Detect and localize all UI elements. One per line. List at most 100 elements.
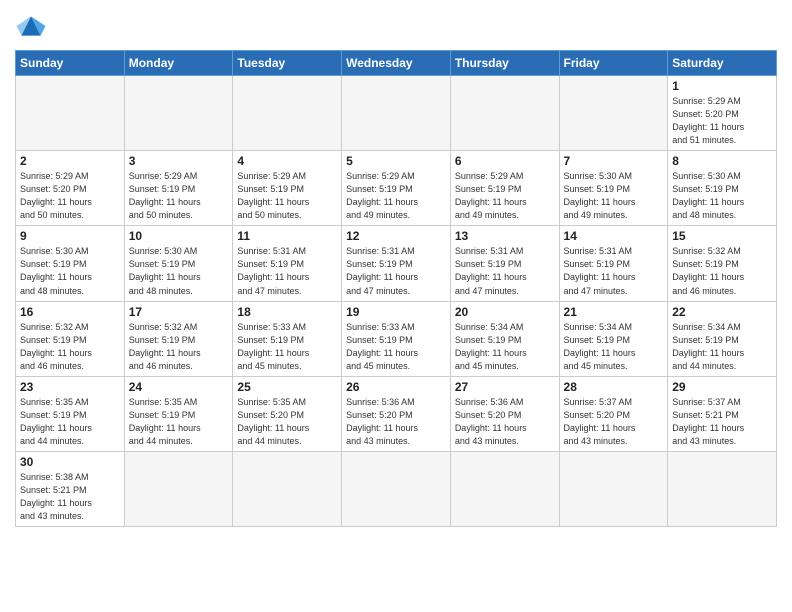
day-info: Sunrise: 5:30 AM Sunset: 5:19 PM Dayligh…	[20, 245, 120, 297]
calendar-cell	[124, 76, 233, 151]
calendar-cell: 16 Sunrise: 5:32 AM Sunset: 5:19 PM Dayli…	[16, 301, 125, 376]
day-info: Sunrise: 5:30 AM Sunset: 5:19 PM Dayligh…	[672, 170, 772, 222]
day-number: 22	[672, 305, 772, 319]
day-number: 9	[20, 229, 120, 243]
calendar-cell: 19Sunrise: 5:33 AM Sunset: 5:19 PM Dayli…	[342, 301, 451, 376]
day-info: Sunrise: 5:29 AM Sunset: 5:20 PM Dayligh…	[672, 95, 772, 147]
day-info: Sunrise: 5:33 AM Sunset: 5:19 PM Dayligh…	[346, 321, 446, 373]
calendar-cell: 20Sunrise: 5:34 AM Sunset: 5:19 PM Dayli…	[450, 301, 559, 376]
calendar-cell: 11Sunrise: 5:31 AM Sunset: 5:19 PM Dayli…	[233, 226, 342, 301]
calendar-cell: 5 Sunrise: 5:29 AM Sunset: 5:19 PM Daylig…	[342, 151, 451, 226]
calendar-cell: 27Sunrise: 5:36 AM Sunset: 5:20 PM Dayli…	[450, 376, 559, 451]
page: SundayMondayTuesdayWednesdayThursdayFrid…	[0, 0, 792, 612]
calendar-cell	[559, 76, 668, 151]
calendar-cell: 12 Sunrise: 5:31 AM Sunset: 5:19 PM Dayli…	[342, 226, 451, 301]
day-info: Sunrise: 5:29 AM Sunset: 5:20 PM Dayligh…	[20, 170, 120, 222]
day-info: Sunrise: 5:35 AM Sunset: 5:19 PM Dayligh…	[129, 396, 229, 448]
weekday-header-sunday: Sunday	[16, 51, 125, 76]
day-number: 30	[20, 455, 120, 469]
day-number: 21	[564, 305, 664, 319]
calendar-cell	[233, 76, 342, 151]
day-number: 26	[346, 380, 446, 394]
day-info: Sunrise: 5:32 AM Sunset: 5:19 PM Dayligh…	[20, 321, 120, 373]
calendar-cell	[450, 451, 559, 526]
day-number: 15	[672, 229, 772, 243]
header	[15, 10, 777, 42]
day-number: 4	[237, 154, 337, 168]
day-info: Sunrise: 5:31 AM Sunset: 5:19 PM Dayligh…	[455, 245, 555, 297]
calendar-cell: 3 Sunrise: 5:29 AM Sunset: 5:19 PM Daylig…	[124, 151, 233, 226]
day-info: Sunrise: 5:31 AM Sunset: 5:19 PM Dayligh…	[237, 245, 337, 297]
calendar-cell: 4 Sunrise: 5:29 AM Sunset: 5:19 PM Daylig…	[233, 151, 342, 226]
calendar-cell: 24 Sunrise: 5:35 AM Sunset: 5:19 PM Dayli…	[124, 376, 233, 451]
day-number: 25	[237, 380, 337, 394]
calendar: SundayMondayTuesdayWednesdayThursdayFrid…	[15, 50, 777, 527]
calendar-cell: 7Sunrise: 5:30 AM Sunset: 5:19 PM Daylig…	[559, 151, 668, 226]
day-info: Sunrise: 5:29 AM Sunset: 5:19 PM Dayligh…	[346, 170, 446, 222]
calendar-cell	[124, 451, 233, 526]
calendar-cell: 17Sunrise: 5:32 AM Sunset: 5:19 PM Dayli…	[124, 301, 233, 376]
day-number: 29	[672, 380, 772, 394]
generalblue-logo-icon	[15, 10, 47, 42]
week-row-5: 30 Sunrise: 5:38 AM Sunset: 5:21 PM Dayli…	[16, 451, 777, 526]
calendar-cell	[342, 451, 451, 526]
calendar-cell: 2 Sunrise: 5:29 AM Sunset: 5:20 PM Daylig…	[16, 151, 125, 226]
calendar-cell: 18Sunrise: 5:33 AM Sunset: 5:19 PM Dayli…	[233, 301, 342, 376]
day-number: 3	[129, 154, 229, 168]
day-info: Sunrise: 5:34 AM Sunset: 5:19 PM Dayligh…	[455, 321, 555, 373]
weekday-header-friday: Friday	[559, 51, 668, 76]
calendar-cell	[450, 76, 559, 151]
day-info: Sunrise: 5:37 AM Sunset: 5:21 PM Dayligh…	[672, 396, 772, 448]
day-number: 23	[20, 380, 120, 394]
week-row-0: 1Sunrise: 5:29 AM Sunset: 5:20 PM Daylig…	[16, 76, 777, 151]
calendar-cell: 29 Sunrise: 5:37 AM Sunset: 5:21 PM Dayli…	[668, 376, 777, 451]
week-row-2: 9 Sunrise: 5:30 AM Sunset: 5:19 PM Daylig…	[16, 226, 777, 301]
day-info: Sunrise: 5:29 AM Sunset: 5:19 PM Dayligh…	[455, 170, 555, 222]
day-info: Sunrise: 5:34 AM Sunset: 5:19 PM Dayligh…	[564, 321, 664, 373]
day-number: 28	[564, 380, 664, 394]
day-info: Sunrise: 5:36 AM Sunset: 5:20 PM Dayligh…	[346, 396, 446, 448]
calendar-cell	[559, 451, 668, 526]
logo	[15, 10, 51, 42]
weekday-header-tuesday: Tuesday	[233, 51, 342, 76]
calendar-cell: 9 Sunrise: 5:30 AM Sunset: 5:19 PM Daylig…	[16, 226, 125, 301]
weekday-header-saturday: Saturday	[668, 51, 777, 76]
day-info: Sunrise: 5:32 AM Sunset: 5:19 PM Dayligh…	[672, 245, 772, 297]
weekday-header-monday: Monday	[124, 51, 233, 76]
calendar-cell: 6Sunrise: 5:29 AM Sunset: 5:19 PM Daylig…	[450, 151, 559, 226]
day-number: 24	[129, 380, 229, 394]
day-number: 17	[129, 305, 229, 319]
calendar-cell: 13 Sunrise: 5:31 AM Sunset: 5:19 PM Dayli…	[450, 226, 559, 301]
calendar-cell: 28 Sunrise: 5:37 AM Sunset: 5:20 PM Dayli…	[559, 376, 668, 451]
weekday-header-wednesday: Wednesday	[342, 51, 451, 76]
weekday-header-thursday: Thursday	[450, 51, 559, 76]
calendar-cell: 10Sunrise: 5:30 AM Sunset: 5:19 PM Dayli…	[124, 226, 233, 301]
calendar-cell	[668, 451, 777, 526]
day-number: 13	[455, 229, 555, 243]
day-info: Sunrise: 5:35 AM Sunset: 5:20 PM Dayligh…	[237, 396, 337, 448]
calendar-cell: 21 Sunrise: 5:34 AM Sunset: 5:19 PM Dayli…	[559, 301, 668, 376]
day-number: 2	[20, 154, 120, 168]
calendar-cell: 14Sunrise: 5:31 AM Sunset: 5:19 PM Dayli…	[559, 226, 668, 301]
calendar-cell: 30 Sunrise: 5:38 AM Sunset: 5:21 PM Dayli…	[16, 451, 125, 526]
day-number: 16	[20, 305, 120, 319]
calendar-cell: 22 Sunrise: 5:34 AM Sunset: 5:19 PM Dayli…	[668, 301, 777, 376]
day-info: Sunrise: 5:29 AM Sunset: 5:19 PM Dayligh…	[129, 170, 229, 222]
day-info: Sunrise: 5:30 AM Sunset: 5:19 PM Dayligh…	[564, 170, 664, 222]
calendar-cell: 1Sunrise: 5:29 AM Sunset: 5:20 PM Daylig…	[668, 76, 777, 151]
day-number: 27	[455, 380, 555, 394]
day-info: Sunrise: 5:34 AM Sunset: 5:19 PM Dayligh…	[672, 321, 772, 373]
calendar-cell: 15 Sunrise: 5:32 AM Sunset: 5:19 PM Dayli…	[668, 226, 777, 301]
day-number: 14	[564, 229, 664, 243]
day-number: 5	[346, 154, 446, 168]
day-info: Sunrise: 5:37 AM Sunset: 5:20 PM Dayligh…	[564, 396, 664, 448]
day-number: 12	[346, 229, 446, 243]
calendar-cell	[233, 451, 342, 526]
day-info: Sunrise: 5:38 AM Sunset: 5:21 PM Dayligh…	[20, 471, 120, 523]
day-info: Sunrise: 5:29 AM Sunset: 5:19 PM Dayligh…	[237, 170, 337, 222]
day-info: Sunrise: 5:31 AM Sunset: 5:19 PM Dayligh…	[346, 245, 446, 297]
calendar-cell: 8Sunrise: 5:30 AM Sunset: 5:19 PM Daylig…	[668, 151, 777, 226]
day-number: 18	[237, 305, 337, 319]
week-row-4: 23 Sunrise: 5:35 AM Sunset: 5:19 PM Dayli…	[16, 376, 777, 451]
calendar-cell	[342, 76, 451, 151]
